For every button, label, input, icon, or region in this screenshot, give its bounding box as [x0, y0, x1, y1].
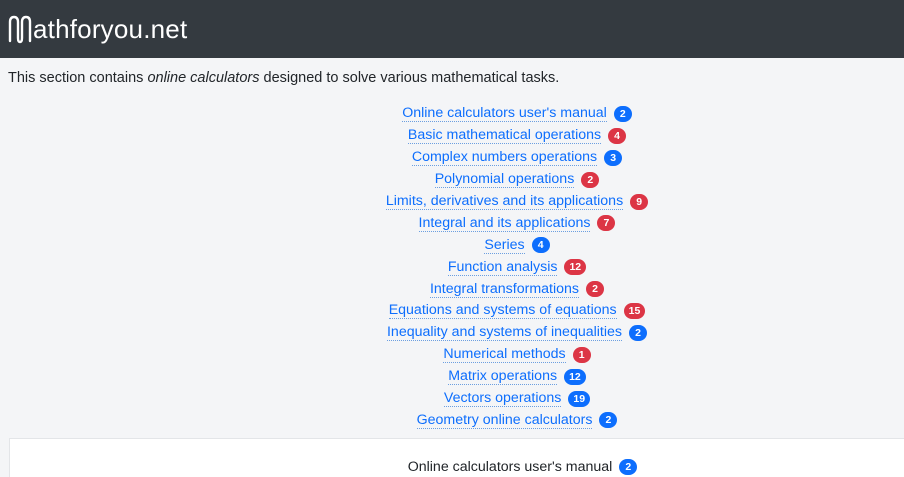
count-badge: 19 — [568, 390, 591, 407]
category-link[interactable]: Numerical methods — [443, 346, 566, 364]
category-item: Geometry online calculators 2 — [0, 409, 904, 431]
category-item: Function analysis 12 — [0, 256, 904, 278]
count-badge: 2 — [581, 171, 600, 188]
count-badge: 9 — [630, 193, 649, 210]
count-badge: 4 — [608, 127, 627, 144]
count-badge: 2 — [613, 105, 632, 122]
category-link[interactable]: Vectors operations — [443, 390, 562, 408]
intro-text: This section contains online calculators… — [8, 70, 559, 86]
category-item: Basic mathematical operations 4 — [0, 125, 904, 147]
count-badge: 15 — [623, 302, 646, 319]
category-item: Integral transformations 2 — [0, 278, 904, 300]
section-card: Online calculators user's manual 2 — [9, 438, 904, 477]
category-item: Series 4 — [0, 234, 904, 256]
category-item: Matrix operations 12 — [0, 366, 904, 388]
category-item: Limits, derivatives and its applications… — [0, 191, 904, 213]
count-badge: 3 — [604, 149, 623, 166]
category-item: Integral and its applications 7 — [0, 212, 904, 234]
category-link[interactable]: Online calculators user's manual — [402, 105, 607, 123]
category-item: Vectors operations 19 — [0, 388, 904, 410]
section-title: Online calculators user's manual — [407, 459, 613, 475]
count-badge: 4 — [531, 237, 550, 254]
count-badge: 12 — [564, 368, 586, 385]
category-link[interactable]: Complex numbers operations — [411, 149, 598, 167]
intro-before: This section contains — [8, 70, 148, 86]
count-badge: 2 — [629, 324, 647, 341]
category-link[interactable]: Matrix operations — [448, 368, 558, 386]
category-link[interactable]: Polynomial operations — [434, 171, 575, 189]
intro-after: designed to solve various mathematical t… — [259, 70, 560, 86]
logo-text: athforyou.net — [33, 13, 188, 44]
site-logo[interactable]: athforyou.net — [8, 14, 187, 45]
count-badge: 2 — [599, 412, 618, 429]
category-link[interactable]: Inequality and systems of inequalities — [386, 324, 622, 342]
category-item: Online calculators user's manual 2 — [0, 103, 904, 125]
section-heading: Online calculators user's manual 2 — [10, 459, 904, 475]
category-item: Numerical methods 1 — [0, 344, 904, 366]
category-link[interactable]: Basic mathematical operations — [407, 127, 602, 145]
intro-emphasis: online calculators — [147, 70, 260, 86]
count-badge: 7 — [597, 215, 616, 232]
site-header: athforyou.net — [0, 0, 904, 58]
category-list: Online calculators user's manual 2 Basic … — [0, 103, 904, 431]
category-link[interactable]: Integral transformations — [429, 281, 580, 298]
category-link[interactable]: Integral and its applications — [418, 215, 591, 232]
category-link[interactable]: Limits, derivatives and its applications — [385, 193, 624, 210]
count-badge: 1 — [572, 346, 591, 363]
logo-m-icon — [8, 15, 32, 44]
category-link[interactable]: Series — [484, 237, 525, 254]
category-link[interactable]: Equations and systems of equations — [388, 302, 617, 320]
category-link[interactable]: Geometry online calculators — [416, 412, 593, 429]
category-item: Inequality and systems of inequalities 2 — [0, 322, 904, 344]
category-item: Polynomial operations 2 — [0, 169, 904, 191]
count-badge: 2 — [586, 281, 605, 298]
count-badge: 12 — [564, 259, 587, 276]
category-item: Complex numbers operations 3 — [0, 147, 904, 169]
category-item: Equations and systems of equations 15 — [0, 300, 904, 322]
section-count-badge: 2 — [619, 459, 638, 475]
category-link[interactable]: Function analysis — [447, 259, 558, 276]
